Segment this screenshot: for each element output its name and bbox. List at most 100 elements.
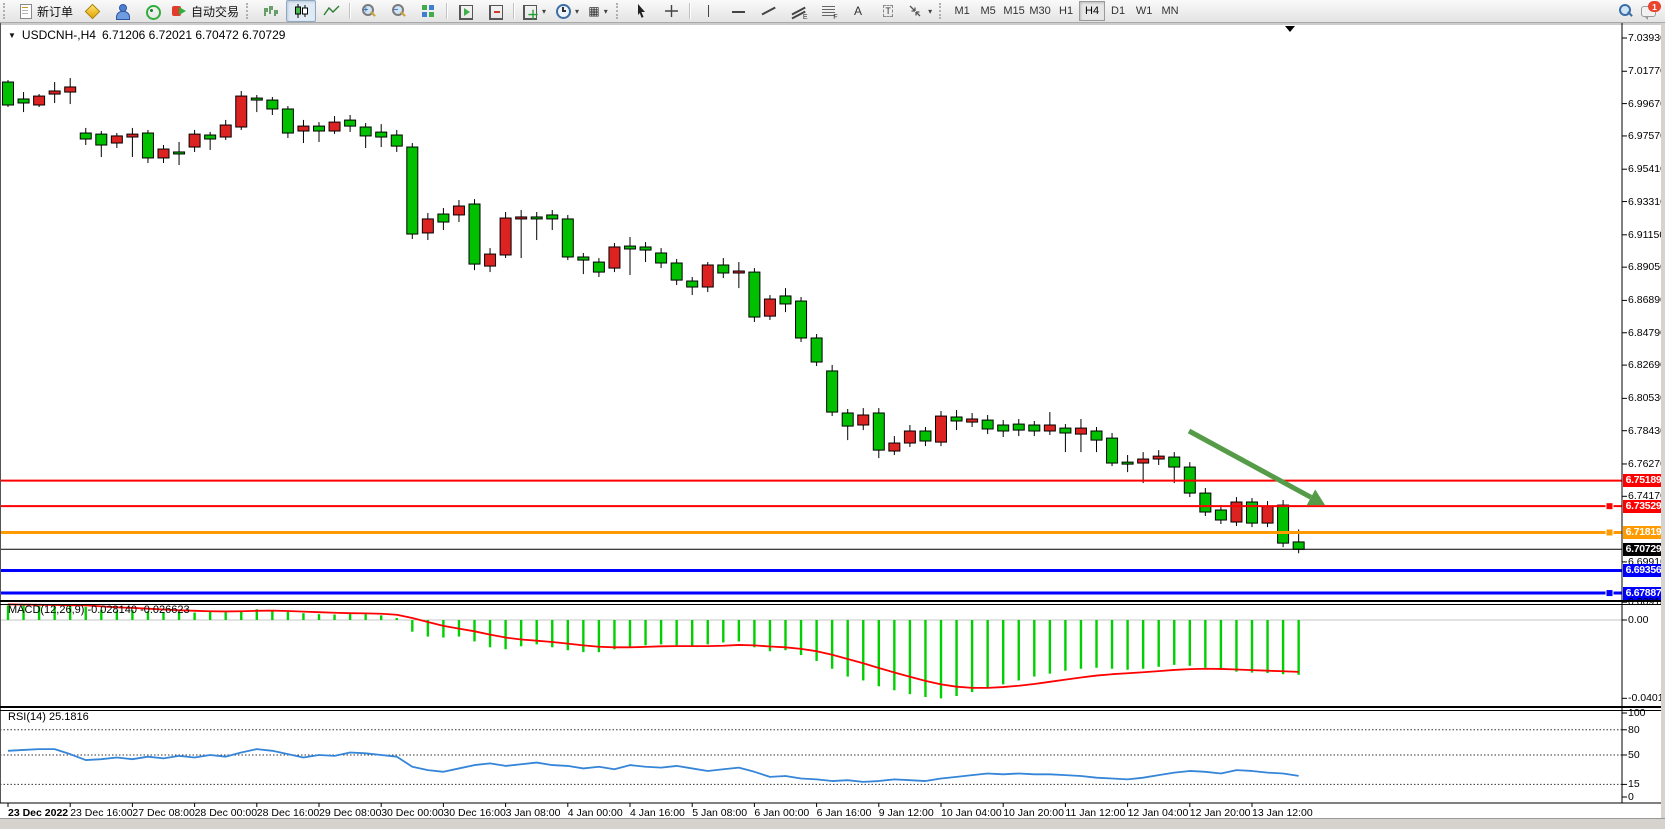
timeframe-button-M5[interactable]: M5 bbox=[975, 1, 1001, 21]
toolbar-grip[interactable] bbox=[3, 3, 10, 19]
candle-body bbox=[1138, 459, 1149, 463]
new-order-button[interactable]: 新订单 bbox=[13, 0, 77, 22]
highlighter-icon bbox=[84, 3, 101, 19]
trend-arrow[interactable] bbox=[1189, 431, 1311, 497]
price-line-badge-6.70729: 6.70729 bbox=[1623, 543, 1664, 556]
candle-body bbox=[205, 135, 216, 139]
highlight-button[interactable] bbox=[77, 0, 107, 22]
line-handle[interactable] bbox=[1606, 503, 1613, 510]
autotrade-icon bbox=[171, 3, 188, 19]
timeframe-button-M15[interactable]: M15 bbox=[1001, 1, 1027, 21]
window-right-edge bbox=[1661, 23, 1665, 829]
price-tick-label: 6.93310 bbox=[1628, 196, 1665, 208]
toolbar-grip[interactable] bbox=[246, 3, 253, 19]
candle-body bbox=[1262, 506, 1273, 523]
timeframe-button-D1[interactable]: D1 bbox=[1105, 1, 1131, 21]
fibonacci-button[interactable]: F bbox=[813, 0, 843, 22]
indicators-button[interactable]: ＋ ▾ bbox=[517, 0, 550, 22]
candle-body bbox=[827, 371, 838, 412]
ohlc-values: 6.71206 6.72021 6.70472 6.70729 bbox=[102, 28, 286, 42]
candle-body bbox=[951, 417, 962, 421]
autotrade-button[interactable]: 自动交易 bbox=[167, 0, 243, 22]
candlestick-button[interactable] bbox=[286, 0, 316, 22]
cursor-button[interactable] bbox=[626, 0, 656, 22]
shift-marker-icon[interactable] bbox=[1285, 26, 1295, 32]
toolbar-grip[interactable] bbox=[939, 3, 946, 19]
price-tick-label: 6.95410 bbox=[1628, 163, 1665, 175]
candle-body bbox=[438, 214, 449, 222]
symbol-dropdown-icon[interactable]: ▼ bbox=[8, 31, 16, 40]
bar-chart-icon bbox=[263, 3, 280, 19]
rsi-axis-label: 50 bbox=[1628, 749, 1640, 761]
candle-body bbox=[407, 147, 418, 234]
arrows-button[interactable]: ▾ bbox=[903, 0, 936, 22]
candle-body bbox=[733, 271, 744, 273]
candle-body bbox=[3, 82, 14, 105]
channel-button[interactable]: E bbox=[783, 0, 813, 22]
candle-body bbox=[1029, 425, 1040, 431]
line-handle[interactable] bbox=[1606, 590, 1613, 597]
signals-button[interactable] bbox=[137, 0, 167, 22]
candle-body bbox=[500, 218, 511, 255]
status-strip bbox=[0, 818, 1665, 829]
horizontal-line-button[interactable] bbox=[723, 0, 753, 22]
candle-body bbox=[858, 415, 869, 425]
search-icon[interactable] bbox=[1617, 3, 1634, 19]
candle-body bbox=[531, 217, 542, 219]
candle-body bbox=[1091, 431, 1102, 440]
text-button[interactable]: A bbox=[843, 0, 873, 22]
vertical-line-button[interactable] bbox=[693, 0, 723, 22]
fibonacci-icon: F bbox=[820, 3, 837, 19]
timeframe-button-W1[interactable]: W1 bbox=[1131, 1, 1157, 21]
zoom-in-button[interactable]: + bbox=[353, 0, 383, 22]
timeframe-button-M30[interactable]: M30 bbox=[1027, 1, 1053, 21]
timeframe-button-MN[interactable]: MN bbox=[1157, 1, 1183, 21]
timeframe-button-H1[interactable]: H1 bbox=[1053, 1, 1079, 21]
candle-body bbox=[1122, 462, 1133, 464]
candle-body bbox=[376, 132, 387, 137]
trendline-button[interactable] bbox=[753, 0, 783, 22]
candle-body bbox=[236, 96, 247, 127]
text-icon: A bbox=[854, 4, 862, 18]
toolbar-grip[interactable] bbox=[616, 3, 623, 19]
auto-scroll-button[interactable] bbox=[450, 0, 480, 22]
signal-icon bbox=[144, 3, 161, 19]
candle-body bbox=[625, 246, 636, 249]
timeframe-button-H4[interactable]: H4 bbox=[1079, 1, 1105, 21]
crosshair-button[interactable] bbox=[656, 0, 686, 22]
bar-chart-button[interactable] bbox=[256, 0, 286, 22]
candle-body bbox=[936, 416, 947, 442]
candle-body bbox=[1060, 428, 1071, 433]
tile-windows-button[interactable] bbox=[413, 0, 443, 22]
chat-icon[interactable]: 1 bbox=[1640, 3, 1657, 19]
line-chart-icon bbox=[323, 3, 340, 19]
macd-axis-label: -0.040162 bbox=[1628, 692, 1665, 704]
timeframe-button-M1[interactable]: M1 bbox=[949, 1, 975, 21]
candle-body bbox=[982, 420, 993, 429]
price-tick-label: 6.86890 bbox=[1628, 294, 1665, 306]
candle-body bbox=[80, 133, 91, 139]
candle-body bbox=[749, 272, 760, 317]
chart-shift-button[interactable] bbox=[480, 0, 510, 22]
periods-button[interactable]: ▾ bbox=[550, 0, 583, 22]
line-handle[interactable] bbox=[1606, 529, 1613, 536]
templates-button[interactable]: ▦ ▾ bbox=[583, 0, 613, 22]
text-label-button[interactable]: T bbox=[873, 0, 903, 22]
zoom-out-icon: − bbox=[390, 3, 407, 19]
line-chart-button[interactable] bbox=[316, 0, 346, 22]
zoom-out-button[interactable]: − bbox=[383, 0, 413, 22]
profile-button[interactable] bbox=[107, 0, 137, 22]
price-tick-label: 6.91150 bbox=[1628, 229, 1665, 241]
clock-icon bbox=[554, 3, 571, 19]
new-order-label: 新订单 bbox=[37, 3, 73, 20]
chart-canvas[interactable] bbox=[0, 23, 1665, 829]
auto-scroll-icon bbox=[457, 3, 474, 19]
cursor-icon bbox=[633, 3, 650, 19]
macd-axis-label: 0.009142 bbox=[1628, 596, 1665, 608]
template-icon: ▦ bbox=[588, 4, 599, 18]
candle-body bbox=[49, 91, 60, 94]
price-tick-label: 6.76270 bbox=[1628, 458, 1665, 470]
autotrade-label: 自动交易 bbox=[191, 3, 239, 20]
candle-body bbox=[796, 301, 807, 338]
candle-body bbox=[1153, 456, 1164, 459]
